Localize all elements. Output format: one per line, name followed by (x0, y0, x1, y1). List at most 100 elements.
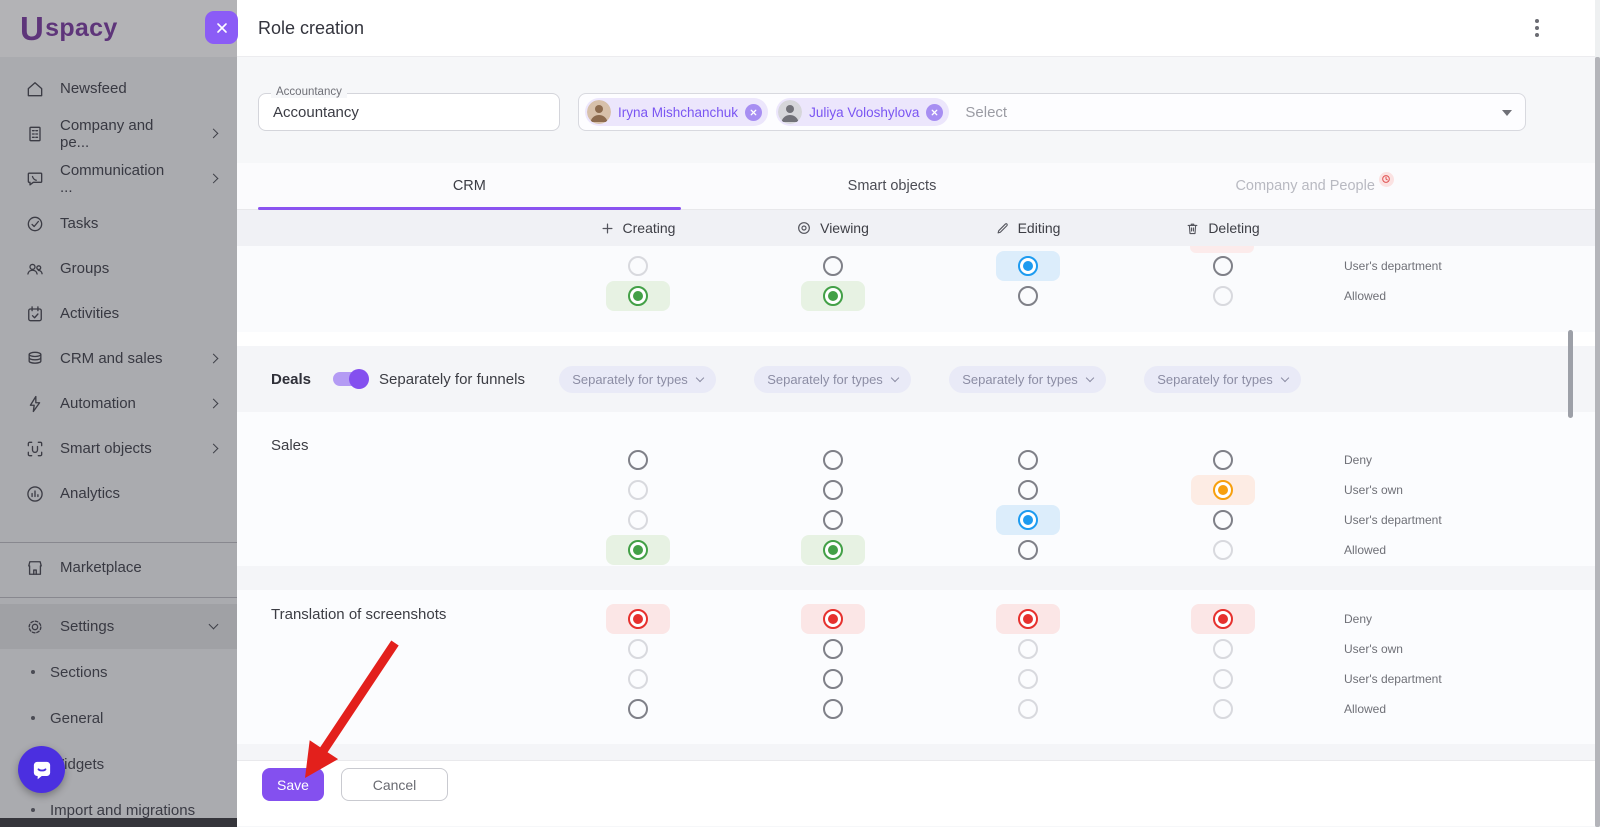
sidebar-item-smart-objects[interactable]: Smart objects (0, 426, 237, 471)
bullet-icon (31, 670, 35, 674)
permission-radio[interactable] (1018, 450, 1038, 470)
permission-radio[interactable] (1018, 609, 1038, 629)
plus-icon (600, 221, 615, 236)
sidebar-item-groups[interactable]: Groups (0, 246, 237, 291)
sidebar-item-marketplace[interactable]: Marketplace (0, 545, 237, 590)
radio-highlight (606, 535, 670, 565)
member-chip[interactable]: Juliya Voloshylova (776, 98, 949, 126)
permission-radio[interactable] (1018, 480, 1038, 500)
permission-radio[interactable] (628, 609, 648, 629)
kebab-menu-icon[interactable] (1529, 13, 1545, 43)
sidebar-item-crm-and-sales[interactable]: CRM and sales (0, 336, 237, 381)
sidebar-item-analytics[interactable]: Analytics (0, 471, 237, 516)
tab-crm[interactable]: CRM (258, 163, 681, 209)
permission-radio[interactable] (1018, 639, 1038, 659)
permission-radio[interactable] (628, 256, 648, 276)
permission-radio[interactable] (1018, 699, 1038, 719)
separately-for-types-dropdown[interactable]: Separately for types (1144, 366, 1301, 393)
tasks-icon (25, 214, 45, 234)
row-access-label: Allowed (1320, 543, 1600, 557)
close-button[interactable] (205, 11, 238, 44)
permission-radio[interactable] (823, 480, 843, 500)
permission-radio[interactable] (628, 639, 648, 659)
radio-slot (801, 251, 865, 281)
permission-radio[interactable] (823, 669, 843, 689)
permission-radio[interactable] (1213, 256, 1233, 276)
sidebar-subitem-sections[interactable]: Sections (0, 649, 237, 695)
sidebar-item-tasks[interactable]: Tasks (0, 201, 237, 246)
permission-radio[interactable] (628, 450, 648, 470)
permission-radio[interactable] (1213, 669, 1233, 689)
permission-row: User's own (237, 634, 1600, 664)
permission-radio[interactable] (628, 510, 648, 530)
sidebar-subitem-general[interactable]: General (0, 695, 237, 741)
member-chip[interactable]: Iryna Mishchanchuk (585, 98, 768, 126)
permission-radio[interactable] (823, 540, 843, 560)
permission-radio[interactable] (628, 699, 648, 719)
permission-radio[interactable] (1018, 540, 1038, 560)
uspacy-logo-mark: U (20, 12, 44, 45)
chat-launcher-button[interactable] (18, 746, 65, 793)
permission-radio[interactable] (823, 699, 843, 719)
chevron-down-icon (1281, 373, 1289, 381)
role-name-field[interactable]: Accountancy Accountancy (258, 93, 560, 131)
sidebar-item-automation[interactable]: Automation (0, 381, 237, 426)
permission-radio[interactable] (823, 286, 843, 306)
sidebar-item-settings[interactable]: Settings (0, 604, 237, 649)
permission-radio[interactable] (1018, 256, 1038, 276)
permission-radio[interactable] (823, 609, 843, 629)
smart-objects-icon (25, 439, 45, 459)
dropdown-caret-icon[interactable] (1502, 110, 1512, 116)
row-access-label: User's own (1320, 483, 1600, 497)
radio-slot (606, 251, 670, 281)
chevron-right-icon (209, 174, 219, 184)
tab-company-and-people[interactable]: Company and People (1103, 163, 1526, 209)
member-chip-name: Iryna Mishchanchuk (618, 105, 738, 120)
permission-radio[interactable] (823, 510, 843, 530)
separately-for-types-dropdown[interactable]: Separately for types (754, 366, 911, 393)
sidebar-item-communication[interactable]: Communication ... (0, 156, 237, 201)
separately-for-types-dropdown[interactable]: Separately for types (949, 366, 1106, 393)
permission-radio[interactable] (1018, 286, 1038, 306)
permission-radio[interactable] (1018, 510, 1038, 530)
permission-radio[interactable] (1213, 510, 1233, 530)
role-creation-panel: Role creation Accountancy Accountancy Ir… (237, 0, 1600, 827)
permission-radio[interactable] (1213, 286, 1233, 306)
remove-member-icon[interactable] (926, 104, 943, 121)
permission-row: User's own (237, 475, 1600, 505)
sidebar-item-activities[interactable]: Activities (0, 291, 237, 336)
radio-slot (606, 694, 670, 724)
sidebar-item-newsfeed[interactable]: Newsfeed (0, 66, 237, 111)
radio-slot (606, 634, 670, 664)
radio-slot (996, 634, 1060, 664)
separately-for-types-dropdown[interactable]: Separately for types (559, 366, 716, 393)
members-select[interactable]: Iryna Mishchanchuk Juliya Voloshylova Se… (578, 93, 1526, 131)
window-scrollbar-thumb[interactable] (1595, 57, 1600, 827)
sidebar-divider (0, 597, 237, 598)
cancel-button[interactable]: Cancel (341, 768, 448, 801)
radio-slot (1191, 634, 1255, 664)
permission-radio[interactable] (1213, 609, 1233, 629)
permission-radio[interactable] (1213, 540, 1233, 560)
radio-highlight (1191, 604, 1255, 634)
permission-radio[interactable] (628, 669, 648, 689)
sidebar-item-company-and-people[interactable]: Company and pe... (0, 111, 237, 156)
permission-radio[interactable] (628, 540, 648, 560)
remove-member-icon[interactable] (745, 104, 762, 121)
permission-radio[interactable] (1213, 639, 1233, 659)
permission-radio[interactable] (823, 256, 843, 276)
permission-radio[interactable] (628, 480, 648, 500)
permission-radio[interactable] (628, 286, 648, 306)
permission-radio[interactable] (1213, 480, 1233, 500)
radio-highlight (1191, 475, 1255, 505)
permission-radio[interactable] (823, 639, 843, 659)
permission-radio[interactable] (1213, 450, 1233, 470)
separately-for-funnels-toggle[interactable] (333, 372, 367, 386)
content-scrollbar-thumb[interactable] (1568, 330, 1573, 418)
permission-radio[interactable] (823, 450, 843, 470)
save-button[interactable]: Save (262, 768, 324, 801)
permission-radio[interactable] (1213, 699, 1233, 719)
tab-smart-objects[interactable]: Smart objects (681, 163, 1104, 209)
permission-radio[interactable] (1018, 669, 1038, 689)
permission-section-translation: Translation of screenshots DenyUser's ow… (237, 590, 1600, 744)
